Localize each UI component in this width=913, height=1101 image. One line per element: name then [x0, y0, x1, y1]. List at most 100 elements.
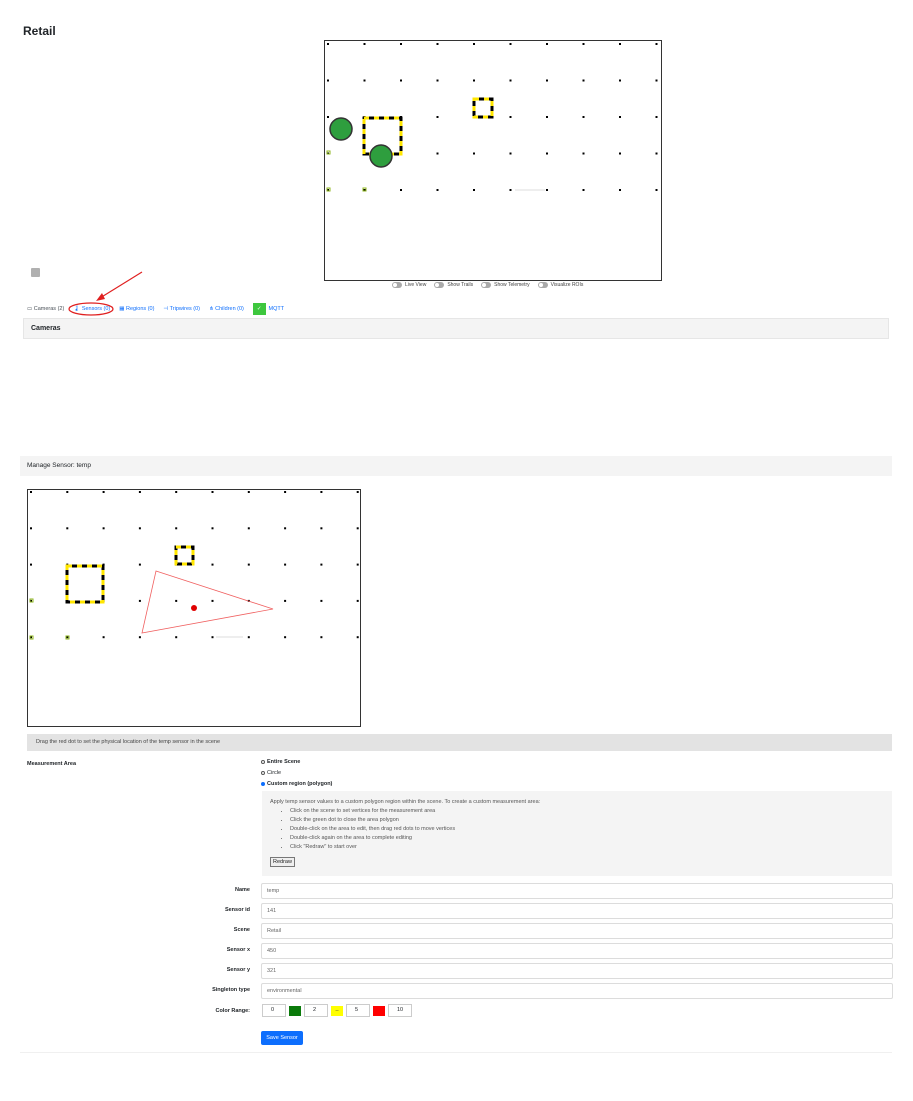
grid-dot — [102, 527, 105, 530]
radio-icon[interactable] — [261, 760, 265, 764]
grid-dot — [546, 43, 548, 45]
sensor-id-field[interactable]: 141 — [261, 903, 893, 919]
grid-dot — [619, 189, 621, 191]
sensor-y-field[interactable]: 321 — [261, 963, 893, 979]
grid-dot — [473, 79, 475, 82]
grid-dot — [102, 491, 105, 493]
scene-canvas[interactable] — [325, 41, 661, 280]
radio-circle[interactable]: Circle — [261, 770, 332, 776]
grid-dot — [211, 636, 214, 639]
tab-cameras[interactable]: ▭ Cameras (2) — [27, 306, 64, 312]
radio-icon[interactable] — [261, 782, 265, 786]
sensor-scene-canvas[interactable] — [28, 490, 360, 726]
color-swatch[interactable] — [373, 1005, 385, 1016]
grid-dot — [363, 79, 366, 82]
grid-dot — [284, 563, 287, 566]
tab-label: Cameras (2) — [33, 306, 65, 312]
manage-sensor-header: Manage Sensor: temp — [20, 456, 892, 476]
color-range-label: Color Range: — [215, 1008, 250, 1014]
toggle-visualize-rois[interactable]: Visualize ROIs — [537, 282, 584, 288]
grid-dot — [320, 599, 323, 602]
color-swatch[interactable] — [289, 1005, 301, 1016]
sensor-x-field[interactable]: 450 — [261, 943, 893, 959]
tab-tripwires[interactable]: ⊣ Tripwires (0) — [163, 306, 200, 312]
grid-dot — [546, 116, 548, 118]
grid-dot — [175, 636, 178, 639]
roi-region — [174, 545, 195, 566]
tab-sensors[interactable]: 🌡 Sensors (0) — [68, 302, 114, 316]
field-label: Name — [235, 887, 250, 893]
color-range-input[interactable]: 0 — [262, 1004, 286, 1017]
sensor-hint: Drag the red dot to set the physical loc… — [27, 734, 892, 751]
measurement-polygon[interactable] — [141, 570, 274, 634]
mqtt-icon: ✓ — [252, 303, 266, 315]
radio-label: Entire Scene — [267, 759, 301, 765]
color-range: 0 2 -- 5 10 — [262, 1004, 415, 1017]
color-swatch[interactable]: -- — [331, 1005, 343, 1016]
polygon-help-title: Apply temp sensor values to a custom pol… — [270, 799, 541, 805]
grid-dot — [211, 491, 214, 493]
grid-dot — [102, 636, 105, 639]
color-range-input[interactable]: 2 — [304, 1004, 328, 1017]
radio-custom-region[interactable]: Custom region (polygon) — [261, 781, 332, 787]
grid-dot — [327, 43, 329, 45]
switch-icon[interactable] — [537, 282, 548, 288]
list-item: Click the green dot to close the area po… — [290, 816, 892, 825]
color-range-input[interactable]: 5 — [346, 1004, 370, 1017]
grid-dot — [619, 116, 621, 118]
grid-dot — [363, 43, 366, 45]
radio-entire-scene[interactable]: Entire Scene — [261, 759, 332, 765]
sensor-location-dot[interactable] — [191, 605, 197, 611]
grid-dot — [356, 636, 359, 639]
highlight-ellipse — [68, 302, 114, 316]
switch-icon[interactable] — [481, 282, 492, 288]
name-field[interactable]: temp — [261, 883, 893, 899]
tab-mqtt[interactable]: ✓ MQTT — [252, 303, 284, 315]
grid-dot — [175, 599, 178, 602]
scene-field[interactable]: Retail — [261, 923, 893, 939]
grid-dot — [247, 527, 250, 530]
toggle-live-view[interactable]: Live View — [392, 282, 426, 288]
sensor-scene-view[interactable] — [27, 489, 361, 727]
color-range-input[interactable]: 10 — [388, 1004, 412, 1017]
scene-view[interactable] — [324, 40, 662, 281]
grid-dot — [211, 527, 214, 530]
tab-children[interactable]: ⋔ Children (0) — [209, 306, 244, 312]
grid-dot — [247, 636, 250, 639]
tracked-object[interactable] — [329, 117, 353, 141]
switch-icon[interactable] — [434, 282, 445, 288]
camera-icon: ▭ — [27, 306, 33, 312]
grid-dot — [582, 43, 585, 45]
redraw-button[interactable]: Redraw — [270, 857, 295, 867]
singleton-type-field[interactable]: environmental — [261, 983, 893, 999]
grid-dot — [30, 527, 32, 530]
collapse-button[interactable] — [31, 268, 40, 277]
grid-dot — [619, 152, 621, 155]
grid-dot — [66, 491, 69, 493]
tab-regions[interactable]: ▦ Regions (0) — [119, 306, 154, 312]
toggle-label: Visualize ROIs — [550, 282, 584, 288]
grid-dot — [175, 527, 178, 530]
switch-icon[interactable] — [392, 282, 402, 288]
toggle-show-telemetry[interactable]: Show Telemetry — [481, 282, 530, 288]
tracked-object[interactable] — [369, 144, 393, 168]
grid-dot — [320, 491, 323, 493]
grid-dot — [655, 43, 658, 45]
toggle-show-trails[interactable]: Show Trails — [434, 282, 473, 288]
measurement-area-options: Entire Scene Circle Custom region (polyg… — [261, 759, 332, 787]
grid-dot — [320, 527, 323, 530]
grid-dot — [320, 636, 323, 639]
grid-dot — [619, 43, 621, 45]
grid-dot — [30, 491, 32, 493]
radio-icon[interactable] — [261, 771, 265, 775]
save-sensor-button[interactable]: Save Sensor — [261, 1031, 303, 1045]
grid-dot — [400, 43, 402, 45]
grid-dot — [473, 189, 475, 191]
grid-dot — [400, 79, 402, 82]
grid-dot — [175, 491, 178, 493]
grid-dot — [509, 79, 512, 82]
polygon-help-steps: Click on the scene to set vertices for t… — [270, 807, 892, 852]
grid-dot — [509, 116, 512, 118]
grid-dot — [211, 599, 214, 602]
field-label: Sensor id — [224, 907, 250, 913]
